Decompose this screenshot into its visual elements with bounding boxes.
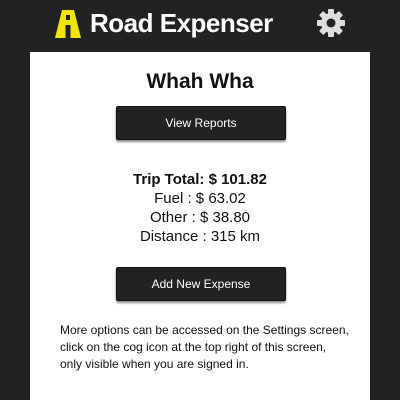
trip-total: Trip Total: $ 101.82 — [133, 171, 267, 188]
app-header: Road Expenser — [0, 0, 400, 50]
add-new-expense-button[interactable]: Add New Expense — [116, 267, 286, 301]
other-total: Other : $ 38.80 — [149, 209, 251, 226]
distance-total: Distance : 315 km — [139, 228, 261, 245]
trip-name: Whah Wha — [146, 70, 254, 93]
settings-help-note: More options can be accessed on the Sett… — [60, 323, 349, 371]
trip-card: Whah Wha View Reports Trip Total: $ 101.… — [30, 52, 370, 400]
road-logo-icon — [55, 10, 81, 38]
view-reports-button[interactable]: View Reports — [116, 106, 286, 140]
trip-summary: Trip Total: $ 101.82 Fuel : $ 63.02 Othe… — [30, 170, 370, 246]
app-title: Road Expenser — [90, 8, 273, 38]
fuel-total: Fuel : $ 63.02 — [154, 190, 246, 207]
gear-icon[interactable] — [316, 8, 346, 38]
